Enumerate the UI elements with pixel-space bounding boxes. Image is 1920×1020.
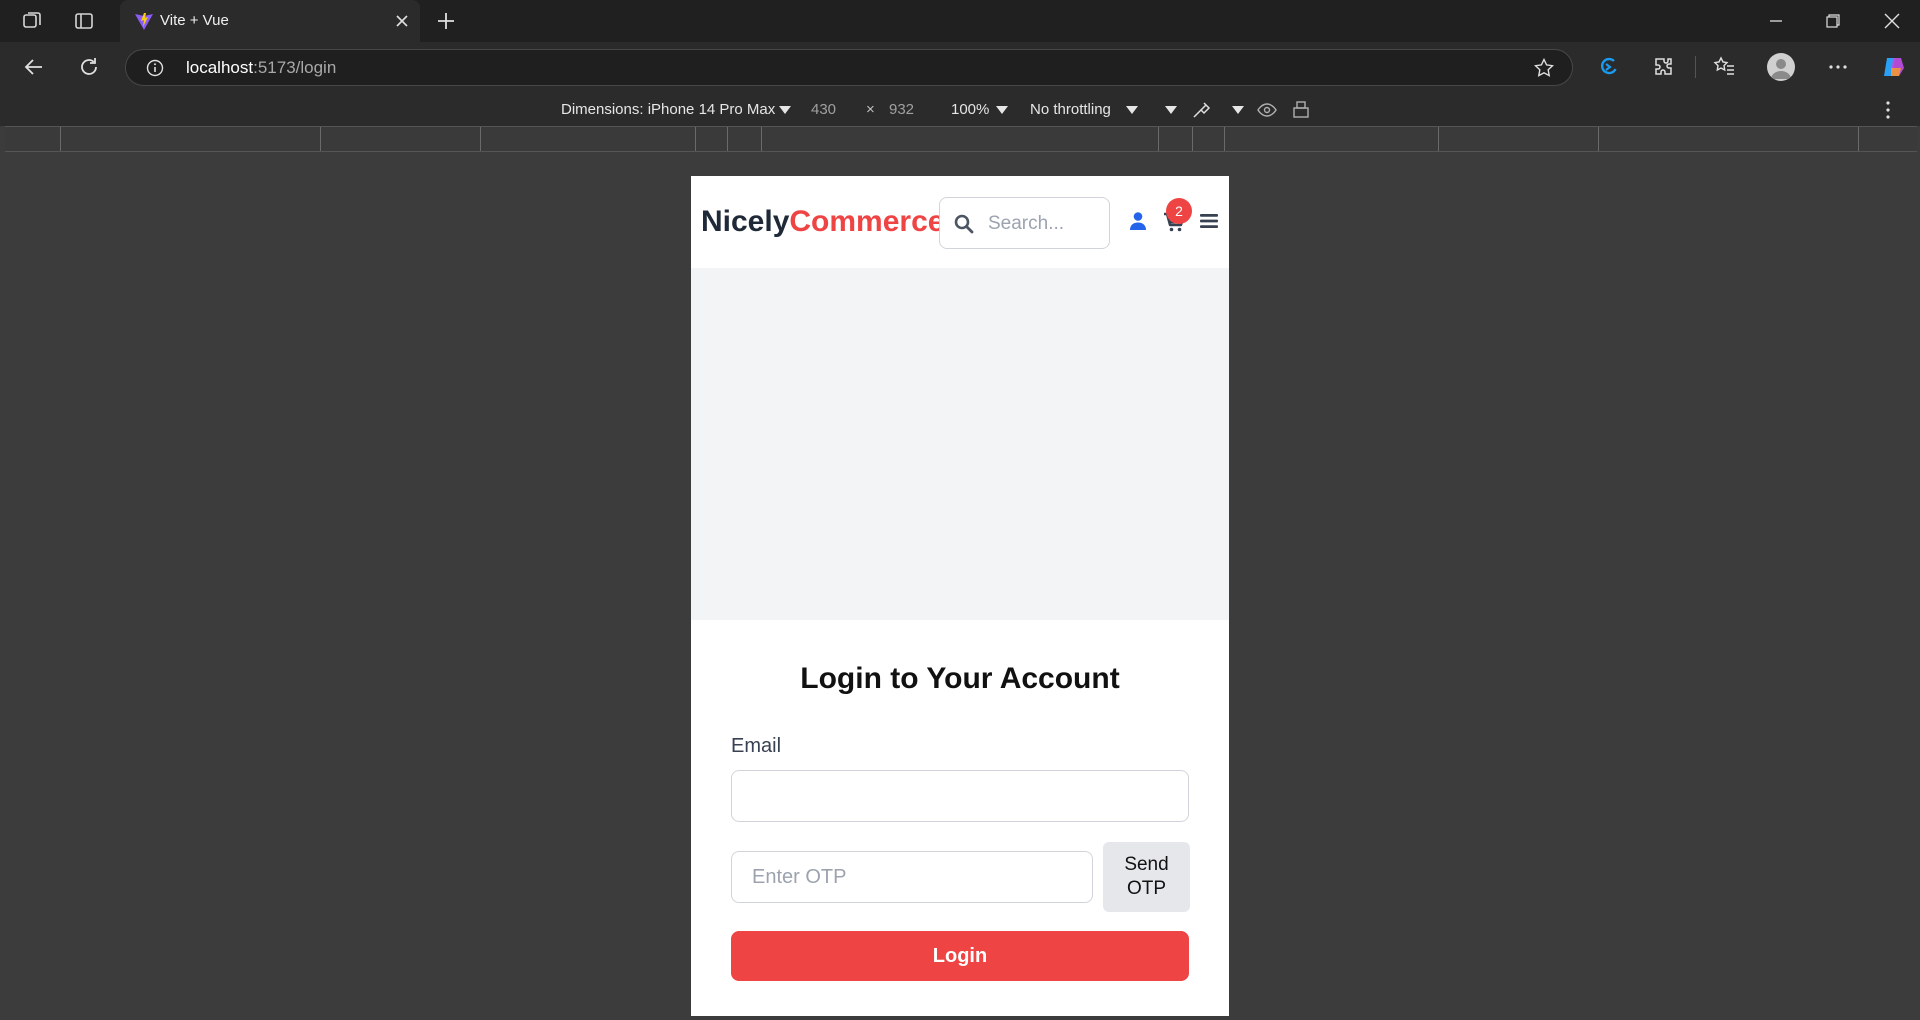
address-bar[interactable]: localhost:5173/login <box>125 49 1573 86</box>
page-title: Login to Your Account <box>800 662 1120 695</box>
active-tab[interactable]: Vite + Vue <box>120 0 420 42</box>
favorite-star-icon[interactable] <box>1534 58 1554 78</box>
logo-text-commerce: Commerce <box>789 205 945 238</box>
vite-favicon-icon <box>135 13 153 30</box>
url-text[interactable]: localhost:5173/login <box>186 58 336 78</box>
ruler-mark <box>480 127 481 151</box>
dimensions-dropdown-icon[interactable] <box>779 106 791 114</box>
reload-icon[interactable] <box>75 53 103 81</box>
device-height-input[interactable]: 932 <box>889 101 914 118</box>
copilot-icon[interactable] <box>1880 53 1908 81</box>
ruler-mark <box>695 127 696 151</box>
sensors-icon[interactable] <box>1190 99 1212 121</box>
back-icon[interactable] <box>20 53 48 81</box>
user-icon[interactable] <box>1128 211 1148 231</box>
browser-title-bar: Vite + Vue <box>0 0 1920 42</box>
vertical-tabs-icon[interactable] <box>72 9 96 33</box>
device-more-options-icon[interactable] <box>1878 99 1898 121</box>
email-field[interactable] <box>731 770 1189 822</box>
search-input[interactable] <box>988 210 1100 238</box>
ruler-mark <box>727 127 728 151</box>
email-label: Email <box>731 735 782 757</box>
hero-banner-placeholder <box>691 268 1229 620</box>
ruler-mark <box>60 127 61 151</box>
device-width-input[interactable]: 430 <box>811 101 836 118</box>
close-window-icon[interactable] <box>1878 8 1906 34</box>
sensors-dropdown-icon[interactable] <box>1232 106 1244 114</box>
refresh-extension-icon[interactable] <box>1595 53 1623 81</box>
ruler-mark <box>1598 127 1599 151</box>
save-data-dropdown-icon[interactable] <box>1165 106 1177 114</box>
ruler-mark <box>761 127 762 151</box>
search-icon <box>954 214 974 234</box>
search-box[interactable] <box>939 197 1110 249</box>
tab-close-icon[interactable] <box>392 11 412 31</box>
minimize-icon[interactable] <box>1762 8 1790 34</box>
cart-count-badge: 2 <box>1166 198 1192 224</box>
throttling-select[interactable]: No throttling <box>1030 101 1111 118</box>
ruler-mark <box>1158 127 1159 151</box>
ruler-mark <box>1858 127 1859 151</box>
extensions-icon[interactable] <box>1650 53 1678 81</box>
url-host: localhost <box>186 58 254 77</box>
toolbar-divider <box>1695 56 1696 78</box>
login-button[interactable]: Login <box>731 931 1189 981</box>
favorites-icon[interactable] <box>1710 53 1738 81</box>
restore-icon[interactable] <box>1819 8 1847 34</box>
site-header: NicelyCommerce 2 <box>691 176 1229 268</box>
send-otp-button[interactable]: Send OTP <box>1103 842 1190 912</box>
dimension-separator: × <box>866 101 875 118</box>
site-logo[interactable]: NicelyCommerce <box>701 205 944 239</box>
new-tab-icon[interactable] <box>434 9 458 33</box>
vision-deficiency-icon[interactable] <box>1256 99 1278 121</box>
tab-title: Vite + Vue <box>160 12 229 29</box>
url-path: :5173/login <box>253 58 337 77</box>
profile-avatar[interactable] <box>1767 53 1795 81</box>
device-dimensions-select[interactable]: Dimensions: iPhone 14 Pro Max <box>561 101 775 118</box>
ruler-mark <box>1192 127 1193 151</box>
hamburger-menu-icon[interactable] <box>1199 212 1219 230</box>
zoom-dropdown-icon[interactable] <box>996 106 1008 114</box>
ruler-mark <box>1438 127 1439 151</box>
ruler-mark <box>1224 127 1225 151</box>
device-toolbar: Dimensions: iPhone 14 Pro Max 430 × 932 … <box>0 92 1920 126</box>
otp-field[interactable] <box>731 851 1093 903</box>
browser-toolbar: localhost:5173/login <box>0 42 1920 92</box>
media-query-ruler[interactable] <box>5 126 1917 152</box>
logo-text-nicely: Nicely <box>701 205 790 238</box>
workspaces-icon[interactable] <box>20 9 44 33</box>
zoom-select[interactable]: 100% <box>951 101 989 118</box>
ruler-mark <box>320 127 321 151</box>
rotate-device-icon[interactable] <box>1291 99 1313 121</box>
device-viewport: NicelyCommerce 2 Login to Your Acco <box>691 176 1229 1016</box>
site-info-icon[interactable] <box>146 59 164 77</box>
more-options-icon[interactable] <box>1824 53 1852 81</box>
throttling-dropdown-icon[interactable] <box>1126 106 1138 114</box>
